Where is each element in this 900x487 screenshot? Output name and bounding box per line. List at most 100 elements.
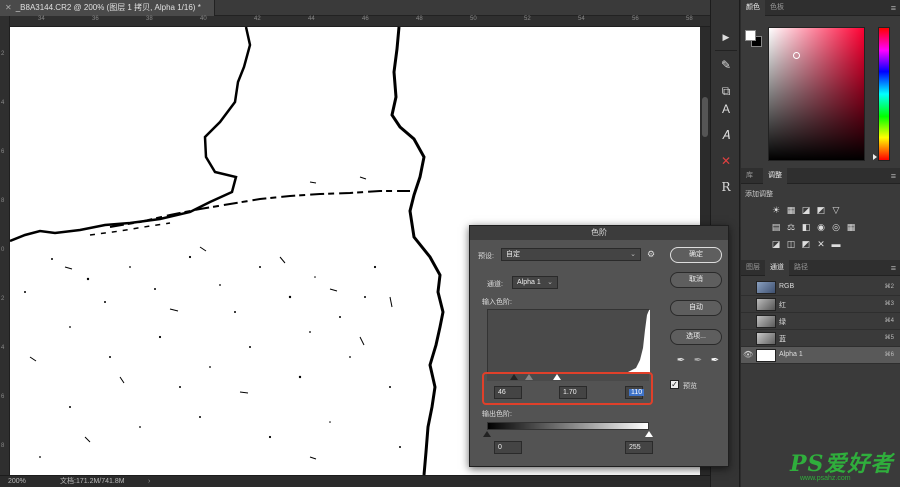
panel-menu-icon[interactable]: ≡ xyxy=(891,260,896,276)
channel-row-green[interactable]: 绿 ⌘4 xyxy=(741,313,900,330)
ruler-tick-label: 8 xyxy=(1,198,5,204)
ruler-tick-label: 4 xyxy=(1,345,5,351)
channel-name: 绿 xyxy=(779,319,786,326)
gray-eyedropper-icon[interactable]: ✒ xyxy=(692,355,704,367)
foreground-color-swatch[interactable] xyxy=(745,30,756,41)
tab-adjustments[interactable]: 调整 xyxy=(763,168,787,184)
color-lookup-icon[interactable]: ▦ xyxy=(846,222,856,232)
add-adjustment-label: 添加调整 xyxy=(745,191,773,198)
auto-button[interactable]: 自动 xyxy=(670,300,722,316)
gradient-map-icon[interactable]: ▬ xyxy=(831,239,841,249)
channel-row-alpha-1[interactable]: 👁 Alpha 1 ⌘6 xyxy=(741,347,900,364)
color-balance-icon[interactable]: ⚖ xyxy=(786,222,796,232)
brush-preset-icon[interactable]: ✎ xyxy=(716,56,736,74)
hue-saturation-icon[interactable]: ▤ xyxy=(771,222,781,232)
play-icon[interactable]: ▶ xyxy=(716,28,736,46)
document-tab[interactable]: ✕ _B8A3144.CR2 @ 200% (图层 1 拷贝, Alpha 1/1… xyxy=(0,0,215,16)
panel-menu-icon[interactable]: ≡ xyxy=(891,0,896,16)
status-menu-arrow[interactable]: › xyxy=(148,476,150,487)
vertical-ruler[interactable]: 2 4 6 8 0 2 4 6 8 xyxy=(0,16,10,475)
tab-channels[interactable]: 通道 xyxy=(765,260,789,276)
white-eyedropper-icon[interactable]: ✒ xyxy=(709,355,721,367)
channel-shortcut: ⌘5 xyxy=(884,335,894,341)
posterize-icon[interactable]: ◫ xyxy=(786,239,796,249)
brightness-icon[interactable]: ☀ xyxy=(771,205,781,215)
channel-select[interactable]: Alpha 1 ⌄ xyxy=(512,276,558,289)
hue-marker[interactable] xyxy=(873,154,877,160)
watermark-url: www.psahz.com xyxy=(800,475,851,482)
preset-select[interactable]: 自定 ⌄ xyxy=(501,248,641,261)
options-button[interactable]: 选项... xyxy=(670,329,722,345)
no-paragraph-icon[interactable]: ✕ xyxy=(716,152,736,170)
input-white-field[interactable]: 110 xyxy=(625,386,645,399)
output-gradient[interactable] xyxy=(487,422,649,430)
ruler-tick-label: 6 xyxy=(1,394,5,400)
output-levels-label: 输出色阶: xyxy=(482,411,512,418)
channel-mixer-icon[interactable]: ◎ xyxy=(831,222,841,232)
horizontal-ruler[interactable]: 34 36 38 40 42 44 46 48 50 52 54 56 58 xyxy=(10,16,710,27)
output-white-slider[interactable] xyxy=(645,431,653,437)
ruler-tick-label: 34 xyxy=(38,16,45,22)
black-white-icon[interactable]: ◧ xyxy=(801,222,811,232)
photo-filter-icon[interactable]: ◉ xyxy=(816,222,826,232)
channel-label: 通道: xyxy=(487,281,503,288)
threshold-icon[interactable]: ◩ xyxy=(801,239,811,249)
channel-thumbnail xyxy=(756,349,776,362)
invert-icon[interactable]: ◪ xyxy=(771,239,781,249)
preview-checkbox[interactable]: ✓ xyxy=(670,380,679,389)
channel-row-red[interactable]: 红 ⌘3 xyxy=(741,296,900,313)
channel-row-blue[interactable]: 蓝 ⌘5 xyxy=(741,330,900,347)
paragraph-style-icon[interactable]: R xyxy=(716,178,736,196)
ruler-tick-label: 36 xyxy=(92,16,99,22)
document-size: 文档:171.2M/741.8M xyxy=(60,478,125,485)
ruler-tick-label: 38 xyxy=(146,16,153,22)
scrollbar-thumb[interactable] xyxy=(702,97,708,137)
close-tab-icon[interactable]: ✕ xyxy=(5,3,12,12)
right-panels: 颜色 色板 ≡ 库 调整 ≡ 添加调整 ☀ ▦ ◪ ◩ ▽ ▤ ⚖ ◧ ◉ ◎ … xyxy=(741,0,900,487)
gear-icon[interactable]: ⚙ xyxy=(647,249,655,260)
output-white-field[interactable]: 255 xyxy=(625,441,653,454)
vibrance-icon[interactable]: ▽ xyxy=(831,205,841,215)
color-field[interactable] xyxy=(768,27,865,161)
tab-color[interactable]: 颜色 xyxy=(741,0,765,16)
channel-shortcut: ⌘3 xyxy=(884,301,894,307)
clone-source-icon[interactable]: ⧉ xyxy=(716,82,736,100)
ruler-tick-label: 0 xyxy=(1,247,5,253)
cancel-button[interactable]: 取消 xyxy=(670,272,722,288)
preset-label: 预设: xyxy=(478,253,494,260)
preset-value: 自定 xyxy=(506,251,520,258)
tab-swatches[interactable]: 色板 xyxy=(765,0,789,16)
curves-icon[interactable]: ◪ xyxy=(801,205,811,215)
channel-name: 红 xyxy=(779,302,786,309)
ruler-tick-label: 44 xyxy=(308,16,315,22)
ok-button[interactable]: 确定 xyxy=(670,247,722,263)
input-gamma-field[interactable]: 1.70 xyxy=(559,386,587,399)
hue-slider[interactable] xyxy=(878,27,890,161)
channel-shortcut: ⌘6 xyxy=(884,352,894,358)
glyph-icon[interactable]: 𝐴 xyxy=(716,126,736,144)
tab-paths[interactable]: 路径 xyxy=(789,260,813,276)
ruler-tick-label: 40 xyxy=(200,16,207,22)
tab-layers[interactable]: 图层 xyxy=(741,260,765,276)
color-cursor[interactable] xyxy=(793,52,800,59)
levels-icon[interactable]: ▦ xyxy=(786,205,796,215)
zoom-level[interactable]: 200% xyxy=(8,476,26,487)
eye-icon[interactable]: 👁 xyxy=(743,350,753,359)
output-black-field[interactable]: 0 xyxy=(494,441,522,454)
character-icon[interactable]: A xyxy=(716,100,736,118)
input-white-value: 110 xyxy=(629,389,645,396)
channel-shortcut: ⌘4 xyxy=(884,318,894,324)
channel-row-rgb[interactable]: RGB ⌘2 xyxy=(741,279,900,296)
ruler-tick-label: 4 xyxy=(1,100,5,106)
histogram-graph xyxy=(613,310,650,374)
panel-menu-icon[interactable]: ≡ xyxy=(891,168,896,184)
exposure-icon[interactable]: ◩ xyxy=(816,205,826,215)
black-eyedropper-icon[interactable]: ✒ xyxy=(675,355,687,367)
tab-libraries[interactable]: 库 xyxy=(741,168,758,184)
selective-color-icon[interactable]: ✕ xyxy=(816,239,826,249)
channel-name: Alpha 1 xyxy=(779,351,803,358)
output-black-slider[interactable] xyxy=(483,431,491,437)
preview-label: 预览 xyxy=(683,383,697,390)
chevron-down-icon: ⌄ xyxy=(547,279,553,286)
input-black-field[interactable]: 46 xyxy=(494,386,522,399)
